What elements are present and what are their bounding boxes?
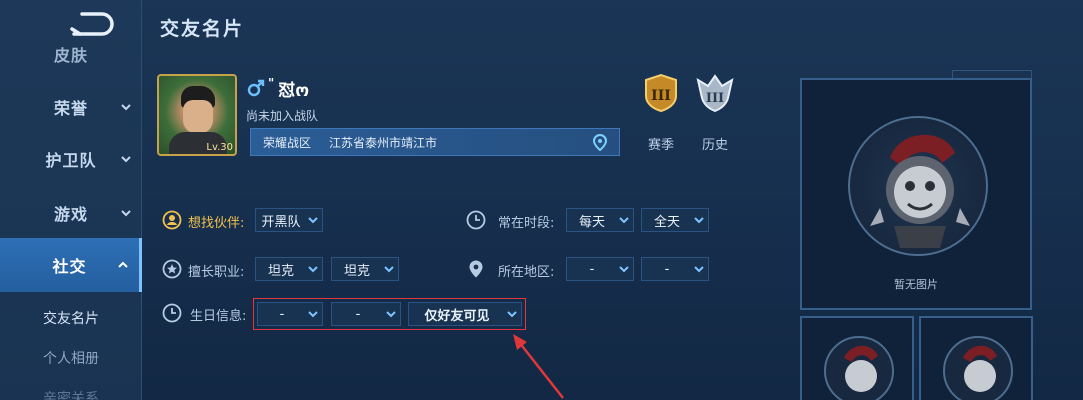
history-label: 历史 xyxy=(701,138,728,153)
album-thumb[interactable] xyxy=(919,316,1033,400)
season-label: 赛季 xyxy=(647,138,674,153)
region-second-select[interactable]: - xyxy=(641,257,709,281)
chevron-down-icon xyxy=(308,266,318,273)
sidebar-item-social[interactable]: 社交 xyxy=(0,238,142,292)
season-rank-icon[interactable]: III xyxy=(640,72,682,114)
album-thumb[interactable] xyxy=(800,316,914,400)
clock-icon xyxy=(466,210,486,230)
annotation-arrow-icon xyxy=(513,334,564,399)
no-photo-text: 暂无图片 xyxy=(894,278,938,291)
back-arrow-icon[interactable] xyxy=(68,10,114,38)
player-name: " 怼ო xyxy=(268,76,310,101)
subitem-friend-card[interactable]: 交友名片 xyxy=(0,298,142,338)
male-gender-icon xyxy=(247,79,265,97)
chevron-down-icon xyxy=(121,210,131,217)
svg-text:III: III xyxy=(651,88,671,104)
zone-label: 荣耀战区 xyxy=(263,135,312,150)
sidebar-item-label: 社交 xyxy=(52,257,87,276)
mascot-icon xyxy=(963,345,997,392)
annotation-highlight-box xyxy=(253,298,526,330)
photo-placeholder xyxy=(824,336,894,400)
chevron-down-icon xyxy=(619,217,629,224)
sidebar-item-label: 游戏 xyxy=(53,205,88,224)
chevron-down-icon xyxy=(694,217,704,224)
location-pin-icon[interactable] xyxy=(591,133,609,153)
time-day-select[interactable]: 每天 xyxy=(566,208,634,232)
region-first-select[interactable]: - xyxy=(566,257,634,281)
sidebar-item-label: 皮肤 xyxy=(53,46,88,65)
photo-placeholder xyxy=(943,336,1013,400)
partner-label: 想找伙伴: xyxy=(188,216,245,231)
chevron-down-icon xyxy=(694,266,704,273)
time-period-select[interactable]: 全天 xyxy=(641,208,709,232)
sidebar-item-guard[interactable]: 护卫队 xyxy=(0,132,142,186)
chevron-down-icon xyxy=(121,104,131,111)
clock-icon xyxy=(162,303,182,323)
chevron-down-icon xyxy=(121,156,131,163)
star-badge-icon xyxy=(162,259,182,279)
chevron-down-icon xyxy=(619,266,629,273)
region-label: 所在地区: xyxy=(498,265,555,280)
photo-placeholder xyxy=(848,116,988,256)
birthday-label: 生日信息: xyxy=(190,309,247,324)
sidebar-item-skin[interactable]: 皮肤 xyxy=(0,38,142,72)
player-level: Lv.30 xyxy=(206,142,233,153)
mascot-icon xyxy=(844,345,878,392)
time-label: 常在时段: xyxy=(498,216,555,231)
role-second-select[interactable]: 坦克 xyxy=(331,257,399,281)
role-first-select[interactable]: 坦克 xyxy=(255,257,323,281)
subitem-intimacy[interactable]: 亲密关系 xyxy=(0,378,142,400)
location-icon xyxy=(469,260,483,278)
subitem-album[interactable]: 个人相册 xyxy=(0,338,142,378)
chevron-down-icon xyxy=(384,266,394,273)
team-status: 尚未加入战队 xyxy=(246,109,319,123)
region-bar[interactable]: 荣耀战区 江苏省泰州市靖江市 xyxy=(250,128,620,156)
sidebar-item-honor[interactable]: 荣誉 xyxy=(0,80,142,134)
page-title: 交友名片 xyxy=(160,18,245,40)
sidebar: 皮肤 荣誉 护卫队 游戏 社交 交友名片 个人相册 亲密关系 xyxy=(0,0,142,400)
sidebar-item-game[interactable]: 游戏 xyxy=(0,186,142,240)
mascot-icon xyxy=(870,134,970,248)
chevron-up-icon xyxy=(118,261,128,268)
partner-icon xyxy=(162,210,182,230)
history-rank-icon[interactable]: III xyxy=(694,72,736,114)
chevron-down-icon xyxy=(308,217,318,224)
sidebar-item-label: 护卫队 xyxy=(45,151,97,170)
location-text: 江苏省泰州市靖江市 xyxy=(329,135,438,150)
avatar[interactable]: Lv.30 xyxy=(157,74,237,156)
svg-text:III: III xyxy=(706,91,724,106)
sidebar-item-label: 荣誉 xyxy=(53,99,88,118)
partner-select[interactable]: 开黑队 xyxy=(255,208,323,232)
role-label: 擅长职业: xyxy=(188,265,245,280)
